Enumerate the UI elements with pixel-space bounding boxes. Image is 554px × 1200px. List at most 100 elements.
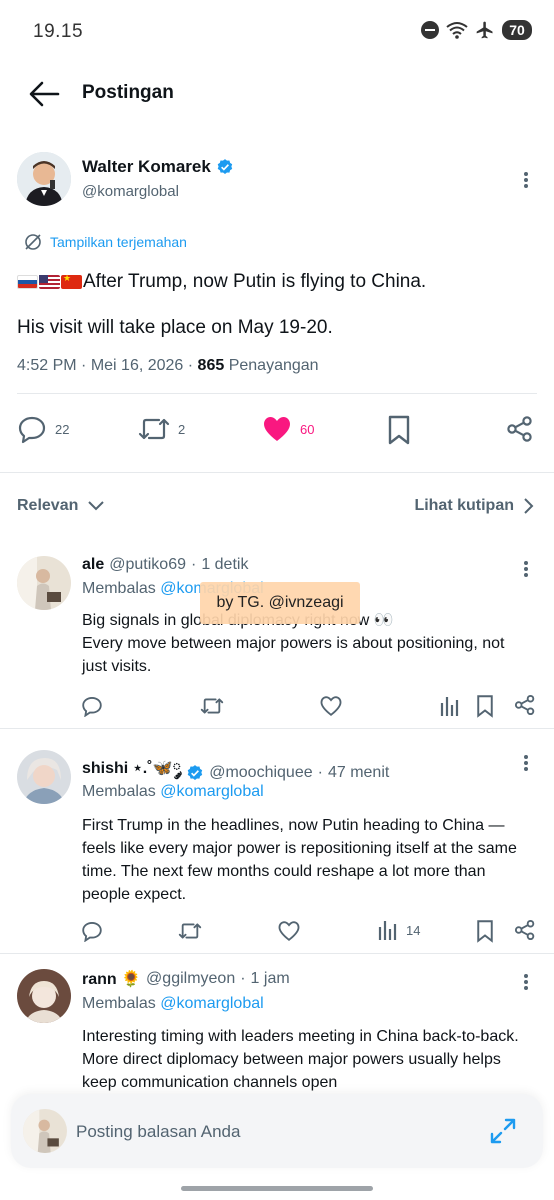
reply-icon[interactable] [81,920,103,942]
post-text-line-1: After Trump, now Putin is flying to Chin… [17,271,426,293]
wifi-icon [446,22,468,39]
top-bar: Postingan [0,62,554,124]
replying-to: Membalas @komarglobal [82,783,264,801]
russia-flag-icon [17,275,38,289]
reply-composer[interactable]: Posting balasan Anda [11,1094,543,1168]
divider [0,953,554,954]
post-text-1: After Trump, now Putin is flying to Chin… [83,271,427,292]
chevron-right-icon [524,498,534,514]
share-icon[interactable] [514,694,536,716]
divider [17,393,537,394]
flags-emoji [17,273,82,289]
more-icon[interactable] [516,753,536,773]
bookmark-icon[interactable] [386,414,412,446]
translate-label[interactable]: Tampilkan terjemahan [50,234,187,250]
views-count: 14 [406,922,421,938]
reply-author-handle[interactable]: @ggilmyeon [146,970,235,988]
translate-icon [25,234,41,250]
replying-prefix: Membalas [82,580,156,597]
replying-to-handle[interactable]: @komarglobal [160,783,263,800]
repost-icon[interactable] [178,920,202,942]
heart-icon[interactable] [320,695,342,717]
expand-icon[interactable] [489,1117,517,1145]
like-button[interactable]: 60 [262,414,314,444]
views-icon [378,921,397,940]
views-count: 865 [197,357,225,374]
reply-header: rann 🌻 @ggilmyeon · 1 jam [82,969,290,989]
usa-flag-icon [39,275,60,289]
status-time: 19.15 [33,21,84,42]
post-meta: 4:52 PM · Mei 16, 2026 · 865 Penayangan [17,357,319,374]
like-count: 60 [300,421,315,437]
post-date: Mei 16, 2026 [90,357,184,374]
status-bar: 19.15 70 [0,0,554,62]
reply-author-handle[interactable]: @putiko69 [109,556,186,574]
translate-link[interactable]: Tampilkan terjemahan [24,233,187,251]
divider [0,728,554,729]
reply-count: 22 [55,421,70,437]
china-flag-icon [61,273,82,289]
reply-time: 1 jam [250,970,290,987]
post-time: 4:52 PM [17,357,77,374]
views-icon[interactable] [440,695,460,717]
author-avatar[interactable] [17,152,71,206]
bookmark-icon[interactable] [475,694,495,718]
status-icons: 70 [421,20,532,40]
replying-prefix: Membalas [82,783,156,800]
battery-indicator: 70 [502,20,532,40]
view-quotes-label: Lihat kutipan [414,497,514,514]
replying-to: Membalas @komarglobal [82,995,264,1013]
divider [0,472,554,473]
relevance-dropdown[interactable]: Relevan [17,497,105,515]
watermark: by TG. @ivnzeagi [200,582,360,624]
views-label[interactable]: Penayangan [229,357,319,374]
author-handle[interactable]: @komarglobal [82,183,179,200]
repost-count: 2 [178,421,186,437]
reply-avatar[interactable] [17,750,71,804]
replying-to-handle[interactable]: @komarglobal [160,995,263,1012]
page-title: Postingan [82,82,174,103]
chevron-down-icon [88,501,105,511]
share-icon[interactable] [506,415,534,443]
share-icon[interactable] [514,919,536,941]
reply-header: ale @putiko69 · 1 detik [82,556,249,574]
views-button[interactable]: 14 [378,919,420,941]
reply-input[interactable]: Posting balasan Anda [76,1122,240,1142]
airplane-icon [476,21,493,39]
reply-time: 1 detik [201,556,249,573]
reply-text: First Trump in the headlines, now Putin … [82,817,517,903]
author-name-row: Walter Komarek [82,157,234,177]
bookmark-icon[interactable] [475,919,495,943]
reply-icon [18,416,46,444]
reply-author-name[interactable]: ale [82,556,104,574]
home-indicator[interactable] [181,1186,373,1191]
reply-button[interactable]: 22 [17,414,69,444]
verified-icon [187,764,203,780]
do-not-disturb-icon [421,21,439,39]
reply-actions: 14 [0,917,554,947]
reply-text: Interesting timing with leaders meeting … [82,1028,519,1091]
user-avatar[interactable] [23,1109,67,1153]
more-icon[interactable] [516,972,536,992]
more-icon[interactable] [516,170,536,190]
reply-author-handle[interactable]: @moochiquee [209,764,312,782]
reply-time: 47 menit [327,763,390,781]
repost-icon[interactable] [200,695,224,717]
back-arrow-icon[interactable] [28,80,60,108]
sort-bar: Relevan Lihat kutipan [0,490,554,524]
author-name[interactable]: Walter Komarek [82,157,211,177]
verified-icon [217,159,233,174]
heart-icon[interactable] [278,920,300,942]
repost-button[interactable]: 2 [138,414,185,444]
reply-icon[interactable] [81,695,103,717]
more-icon[interactable] [516,559,536,579]
reply-avatar[interactable] [17,556,71,610]
main-post-actions: 22 2 60 [0,410,554,452]
reply-author-name[interactable]: rann 🌻 [82,969,141,989]
heart-icon [264,417,290,441]
reply-avatar[interactable] [17,969,71,1023]
reply-actions [0,692,554,722]
view-quotes-link[interactable]: Lihat kutipan [414,497,534,515]
post-text-2: His visit will take place on May 19-20. [17,317,333,338]
repost-icon [138,418,170,440]
